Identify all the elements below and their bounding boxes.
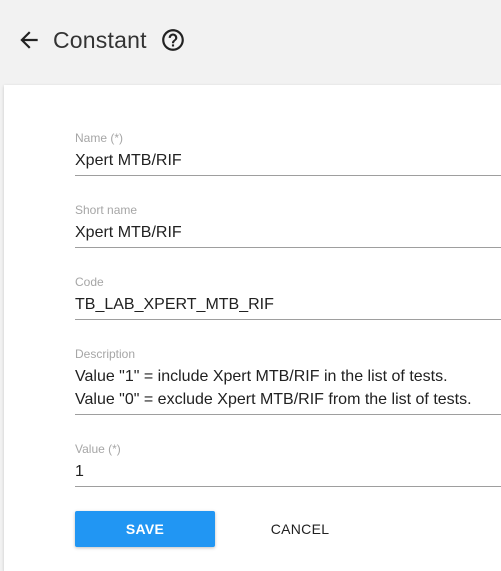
help-circle-icon bbox=[162, 29, 184, 51]
value-field[interactable]: Value (*) 1 bbox=[75, 442, 501, 487]
code-label: Code bbox=[75, 275, 104, 289]
save-button[interactable]: SAVE bbox=[75, 511, 215, 547]
name-label: Name (*) bbox=[75, 131, 124, 145]
description-textarea[interactable]: Value "1" = include Xpert MTB/RIF in the… bbox=[75, 365, 501, 411]
cancel-button[interactable]: CANCEL bbox=[255, 511, 345, 547]
code-input[interactable]: TB_LAB_XPERT_MTB_RIF bbox=[75, 293, 501, 316]
short-name-input[interactable]: Xpert MTB/RIF bbox=[75, 221, 501, 244]
page-title: Constant bbox=[53, 27, 147, 53]
short-name-underline bbox=[75, 247, 501, 248]
value-label: Value (*) bbox=[75, 442, 121, 456]
code-underline bbox=[75, 319, 501, 320]
arrow-left-icon bbox=[20, 31, 38, 49]
description-field[interactable]: Description Value "1" = include Xpert MT… bbox=[75, 347, 501, 415]
name-input[interactable]: Xpert MTB/RIF bbox=[75, 149, 501, 172]
description-underline bbox=[75, 414, 501, 415]
back-button[interactable] bbox=[16, 27, 42, 53]
form-card: Name (*) Xpert MTB/RIF Short name Xpert … bbox=[4, 85, 501, 571]
description-label: Description bbox=[75, 347, 136, 361]
name-field[interactable]: Name (*) Xpert MTB/RIF bbox=[75, 131, 501, 176]
value-input[interactable]: 1 bbox=[75, 460, 501, 483]
value-underline bbox=[75, 486, 501, 487]
short-name-label: Short name bbox=[75, 203, 138, 217]
name-underline bbox=[75, 175, 501, 176]
help-button[interactable] bbox=[160, 27, 186, 53]
code-field[interactable]: Code TB_LAB_XPERT_MTB_RIF bbox=[75, 275, 501, 320]
page-header: Constant bbox=[0, 0, 501, 84]
short-name-field[interactable]: Short name Xpert MTB/RIF bbox=[75, 203, 501, 248]
